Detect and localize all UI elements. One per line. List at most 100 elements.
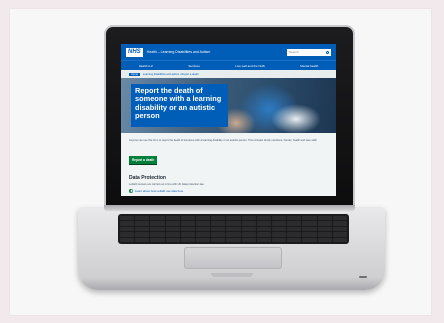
keyboard-key [287,221,302,226]
site-header: NHS Health – Learning Disabilities and A… [121,44,336,60]
laptop-keyboard [118,214,349,244]
keyboard-key [302,216,317,221]
keyboard-key [150,221,165,226]
site-name: Health – Learning Disabilities and Autis… [146,50,211,54]
laptop-hinge [104,205,355,211]
keyboard-key [256,226,271,232]
main-nav: Health A-Z Services Live well and the NH… [121,60,336,70]
keyboard-key [271,237,287,242]
nav-item-mental-health[interactable]: Mental health [300,64,318,68]
keyboard-key [241,232,256,237]
keyboard-key [332,221,347,226]
keyboard-key [287,232,302,237]
keyboard-key [302,237,317,242]
keyboard-key [180,221,195,226]
keyboard-key [195,221,211,226]
keyboard-key [211,221,226,226]
keyboard-key [226,216,241,221]
keyboard-key [150,237,165,242]
breadcrumb-path[interactable]: Learning disabilities and autism › Repor… [143,73,199,76]
keyboard-key [211,216,226,221]
data-link-text[interactable]: Learn about how LeDeR use data here [135,189,183,193]
hero-photo-highlight [271,104,321,133]
keyboard-key [226,226,241,232]
laptop-trackpad [184,247,282,269]
keyboard-key [332,237,347,242]
page-title: Report the death of someone with a learn… [135,86,222,121]
keyboard-key [180,226,195,232]
keyboard-key [135,237,150,242]
keyboard-key [150,216,165,221]
data-link[interactable]: Learn about how LeDeR use data here [129,188,328,193]
keyboard-key [332,232,347,237]
keyboard-key [165,226,180,232]
keyboard-key [195,237,211,242]
report-death-button[interactable]: Report a death [129,155,158,164]
section-text: LeDeR reviews are carried out in line wi… [129,182,205,186]
nav-item-services[interactable]: Services [188,64,200,68]
keyboard-key [241,216,256,221]
page-content: Anyone can use this form to report the d… [121,133,336,196]
keyboard-key [165,216,180,221]
keyboard-key [226,232,241,237]
keyboard-key [256,232,271,237]
nav-item-live-well[interactable]: Live well and the NHS [235,64,265,68]
keyboard-key [211,237,226,242]
keyboard-key [241,226,256,232]
search-placeholder: Search [289,50,299,54]
keyboard-key [256,237,271,242]
keyboard-key [271,216,287,221]
keyboard-key [332,226,347,232]
search-icon[interactable] [326,50,329,54]
keyboard-key [226,237,241,242]
section-heading: Data Protection [129,174,166,181]
keyboard-key [287,226,302,232]
keyboard-key [332,216,347,221]
hero-banner: Report the death of someone with a learn… [121,78,336,133]
keyboard-key [271,221,287,226]
keyboard-key [256,221,271,226]
keyboard-key [256,216,271,221]
keyboard-key [317,226,332,232]
nhs-logo[interactable]: NHS [126,47,143,57]
keyboard-key [317,221,332,226]
breadcrumb-home[interactable]: Home [129,72,140,76]
keyboard-key [165,221,180,226]
keyboard-key [135,232,150,237]
keyboard-key [317,216,332,221]
keyboard-key [317,237,332,242]
keyboard-key [120,216,135,221]
laptop-screen: NHS Health – Learning Disabilities and A… [121,44,336,196]
nav-item-health-a-z[interactable]: Health A-Z [139,64,153,68]
keyboard-key [165,237,180,242]
keyboard-key [135,221,150,226]
keyboard-key [317,232,332,237]
keyboard-key [195,226,211,232]
keyboard-key [241,237,256,242]
keyboard-key [287,237,302,242]
keyboard-key [120,221,135,226]
hero-title-box: Report the death of someone with a learn… [131,84,228,127]
laptop-front-notch [211,273,253,277]
keyboard-key [120,226,135,232]
keyboard-key [120,232,135,237]
keyboard-key [271,232,287,237]
keyboard-key [271,226,287,232]
keyboard-key [180,232,195,237]
intro-text: Anyone can use this form to report the d… [129,139,318,142]
keyboard-key [135,226,150,232]
keyboard-key [150,232,165,237]
keyboard-key [195,216,211,221]
keyboard-key [287,216,302,221]
keyboard-key [302,232,317,237]
keyboard-key [195,232,211,237]
keyboard-key [211,226,226,232]
keyboard-key [302,226,317,232]
keyboard-key [150,226,165,232]
keyboard-key [302,221,317,226]
keyboard-key [226,221,241,226]
keyboard-key [241,221,256,226]
search-input[interactable]: Search [287,48,331,56]
arrow-right-circle-icon [129,188,133,193]
breadcrumb: Home Learning disabilities and autism › … [121,70,336,78]
